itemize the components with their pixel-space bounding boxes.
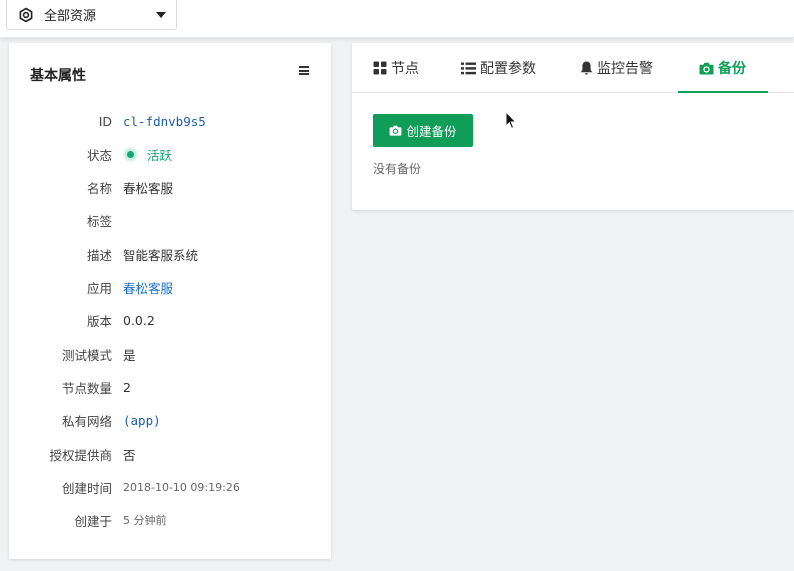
chevron-down-icon [156, 12, 166, 18]
resource-select-label: 全部资源 [44, 9, 97, 24]
top-bar: 全部资源 [0, 0, 794, 38]
property-value-status: 活跃 [123, 145, 172, 164]
app-link[interactable]: 春松客服 [123, 278, 173, 297]
tab-monitoring[interactable]: 监控告警 [580, 43, 653, 93]
create-backup-button[interactable]: 创建备份 [373, 114, 473, 147]
camera-icon [390, 125, 402, 136]
property-key: 名称 [86, 180, 112, 196]
property-row-id: ID cl-fdnvb9s5 [9, 111, 331, 131]
tab-label: 配置参数 [480, 61, 536, 77]
tab-nodes[interactable]: 节点 [373, 43, 419, 93]
tab-label: 监控告警 [597, 61, 653, 77]
property-row-description: 描述 智能客服系统 [9, 244, 331, 264]
create-backup-label: 创建备份 [406, 124, 457, 139]
property-key: 授权提供商 [49, 447, 112, 463]
property-key: 私有网络 [61, 413, 112, 429]
tab-backup[interactable]: 备份 [699, 43, 746, 93]
bell-icon [580, 61, 593, 75]
basic-properties-card: 基本属性 ID cl-fdnvb9s5 状态 活跃 名称 春松客服 标签 描述 … [9, 43, 331, 559]
property-value-id: cl-fdnvb9s5 [123, 113, 206, 129]
property-value-created-ago: 5 分钟前 [123, 514, 167, 527]
status-dot-icon [125, 148, 136, 160]
property-key: 描述 [86, 247, 112, 263]
hamburger-menu-icon[interactable] [299, 66, 309, 75]
property-row-node-count: 节点数量 2 [9, 377, 331, 397]
status-text: 活跃 [147, 147, 173, 163]
empty-backups-text: 没有备份 [373, 162, 422, 176]
active-tab-indicator [678, 91, 768, 93]
card-title: 基本属性 [30, 68, 86, 84]
property-key: 应用 [86, 280, 112, 296]
mouse-cursor-icon [505, 111, 517, 130]
tab-label: 节点 [391, 61, 419, 77]
tab-bar: 节点 配置参数 监控告警 备份 [352, 43, 794, 93]
property-key: 标签 [86, 213, 112, 229]
camera-icon [699, 62, 714, 74]
property-key: 状态 [86, 147, 112, 163]
detail-panel: 节点 配置参数 监控告警 备份 创建备份 没有备份 [352, 43, 794, 210]
property-value-create-time: 2018-10-10 09:19:26 [123, 480, 240, 494]
property-key: ID [98, 113, 112, 129]
property-value-node-count: 2 [123, 379, 131, 395]
property-row-vpc: 私有网络 (app) [9, 410, 331, 430]
property-row-name: 名称 春松客服 [9, 177, 331, 197]
property-row-auth-provider: 授权提供商 否 [9, 444, 331, 464]
property-key: 版本 [86, 313, 112, 329]
list-icon [461, 62, 476, 74]
property-key: 创建于 [74, 513, 112, 529]
property-key: 创建时间 [61, 480, 112, 496]
tab-config[interactable]: 配置参数 [461, 43, 536, 93]
property-value-test-mode: 是 [123, 347, 136, 363]
property-key: 节点数量 [61, 380, 112, 396]
property-value-description: 智能客服系统 [123, 247, 199, 263]
tab-label: 备份 [718, 61, 746, 77]
property-row-version: 版本 0.0.2 [9, 310, 331, 330]
property-row-status: 状态 活跃 [9, 144, 331, 164]
property-row-app: 应用 春松客服 [9, 277, 331, 297]
hexagon-gear-icon [19, 7, 33, 22]
vpc-link[interactable]: (app) [123, 413, 161, 428]
property-row-test-mode: 测试模式 是 [9, 344, 331, 364]
property-value-name: 春松客服 [123, 180, 174, 196]
grid-icon [373, 61, 387, 75]
property-value-version: 0.0.2 [123, 312, 155, 328]
property-row-create-time: 创建时间 2018-10-10 09:19:26 [9, 477, 331, 497]
property-value-auth-provider: 否 [123, 447, 136, 463]
property-row-tags: 标签 [9, 210, 331, 230]
property-key: 测试模式 [61, 347, 112, 363]
resource-select[interactable]: 全部资源 [6, 0, 177, 30]
property-row-created-ago: 创建于 5 分钟前 [9, 510, 331, 530]
